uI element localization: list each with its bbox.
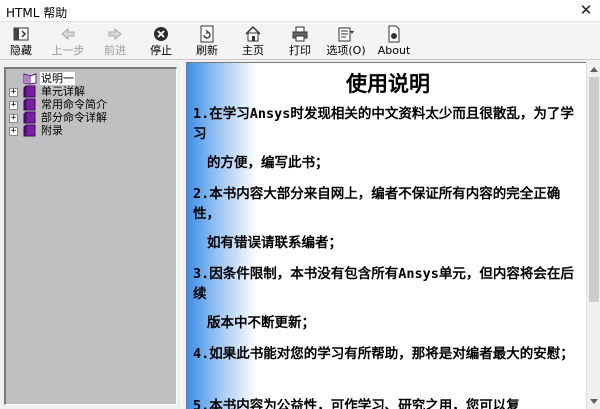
closed-book-icon xyxy=(23,111,37,124)
print-button[interactable]: 打印 xyxy=(283,23,317,59)
refresh-button[interactable]: 刷新 xyxy=(190,23,224,59)
scroll-up-arrow[interactable] xyxy=(587,62,600,76)
home-button-label: 主页 xyxy=(242,44,264,57)
closed-book-icon xyxy=(23,124,37,137)
closed-book-icon xyxy=(23,98,37,111)
tree-node-label: 说明一 xyxy=(40,72,75,85)
expand-toggle[interactable]: + xyxy=(9,88,18,97)
document: 使用说明 1.在学习Ansys时发现相关的中文资料太少而且很散乱，为了学习 的方… xyxy=(193,63,583,409)
refresh-icon xyxy=(198,25,216,43)
print-button-label: 打印 xyxy=(289,44,311,57)
hide-pane-icon xyxy=(12,25,30,43)
paragraph: 如有错误请联系编者； xyxy=(207,235,342,251)
stop-button-label: 停止 xyxy=(150,44,172,57)
stop-button[interactable]: 停止 xyxy=(144,23,178,59)
tree-node-label: 附录 xyxy=(41,124,63,137)
closed-book-icon xyxy=(23,85,37,98)
stop-icon xyxy=(152,25,170,43)
scrollbar-thumb[interactable] xyxy=(589,77,599,302)
options-icon xyxy=(337,25,355,43)
window-title: HTML 帮助 xyxy=(6,6,68,20)
navigation-pane: 说明一 + 单元详解 + 常用命令简介 + 部分命令详解 + 附录 xyxy=(0,61,181,409)
hide-button[interactable]: 隐藏 xyxy=(4,23,38,59)
home-button[interactable]: 主页 xyxy=(236,23,270,59)
expand-toggle[interactable]: + xyxy=(9,101,18,110)
paragraph: 4.如果此书能对您的学习有所帮助，那将是对编者最大的安慰； xyxy=(193,346,574,362)
expand-toggle[interactable]: + xyxy=(9,114,18,123)
about-button-label: About xyxy=(377,44,411,57)
expand-toggle[interactable]: + xyxy=(9,127,18,136)
tree-node-label: 部分命令详解 xyxy=(41,111,107,124)
about-icon xyxy=(385,25,403,43)
refresh-button-label: 刷新 xyxy=(196,44,218,57)
paragraph: 的方便，编写此书； xyxy=(207,155,329,171)
contents-tree[interactable]: 说明一 + 单元详解 + 常用命令简介 + 部分命令详解 + 附录 xyxy=(4,67,177,405)
tree-node-label: 单元详解 xyxy=(41,85,85,98)
scroll-down-arrow[interactable] xyxy=(587,395,600,409)
back-button[interactable]: 上一步 xyxy=(50,23,86,59)
page-heading: 使用说明 xyxy=(346,71,430,96)
options-button[interactable]: 选项(O) xyxy=(326,23,366,59)
paragraph: 版本中不断更新； xyxy=(207,315,315,331)
tree-node-label: 常用命令简介 xyxy=(41,98,107,111)
toolbar: 隐藏 上一步 前进 停止 刷新 主页 打印 选项(O) About xyxy=(0,22,600,60)
forward-button[interactable]: 前进 xyxy=(98,23,132,59)
options-button-label: 选项(O) xyxy=(326,44,366,57)
print-icon xyxy=(291,25,309,43)
forward-button-label: 前进 xyxy=(104,44,126,57)
back-arrow-icon xyxy=(59,25,77,43)
hide-button-label: 隐藏 xyxy=(10,44,32,57)
open-book-icon xyxy=(23,72,37,85)
paragraph: 2.本书内容大部分来自网上，编者不保证所有内容的完全正确性， xyxy=(193,186,561,222)
paragraph: 3.因条件限制，本书没有包含所有Ansys单元，但内容将会在后续 xyxy=(193,266,574,302)
paragraph: 1.在学习Ansys时发现相关的中文资料太少而且很散乱，为了学习 xyxy=(193,106,574,142)
content-pane: 使用说明 1.在学习Ansys时发现相关的中文资料太少而且很散乱，为了学习 的方… xyxy=(186,62,586,409)
forward-arrow-icon xyxy=(106,25,124,43)
paragraph: 5.本书内容为公益性，可作学习、研究之用，您可以复 xyxy=(193,398,520,409)
about-button[interactable]: About xyxy=(376,23,412,59)
close-button[interactable]: ✕ xyxy=(572,0,600,22)
back-button-label: 上一步 xyxy=(51,44,85,57)
vertical-scrollbar[interactable] xyxy=(586,62,600,409)
home-icon xyxy=(244,25,262,43)
title-bar: HTML 帮助 ✕ xyxy=(0,0,600,22)
